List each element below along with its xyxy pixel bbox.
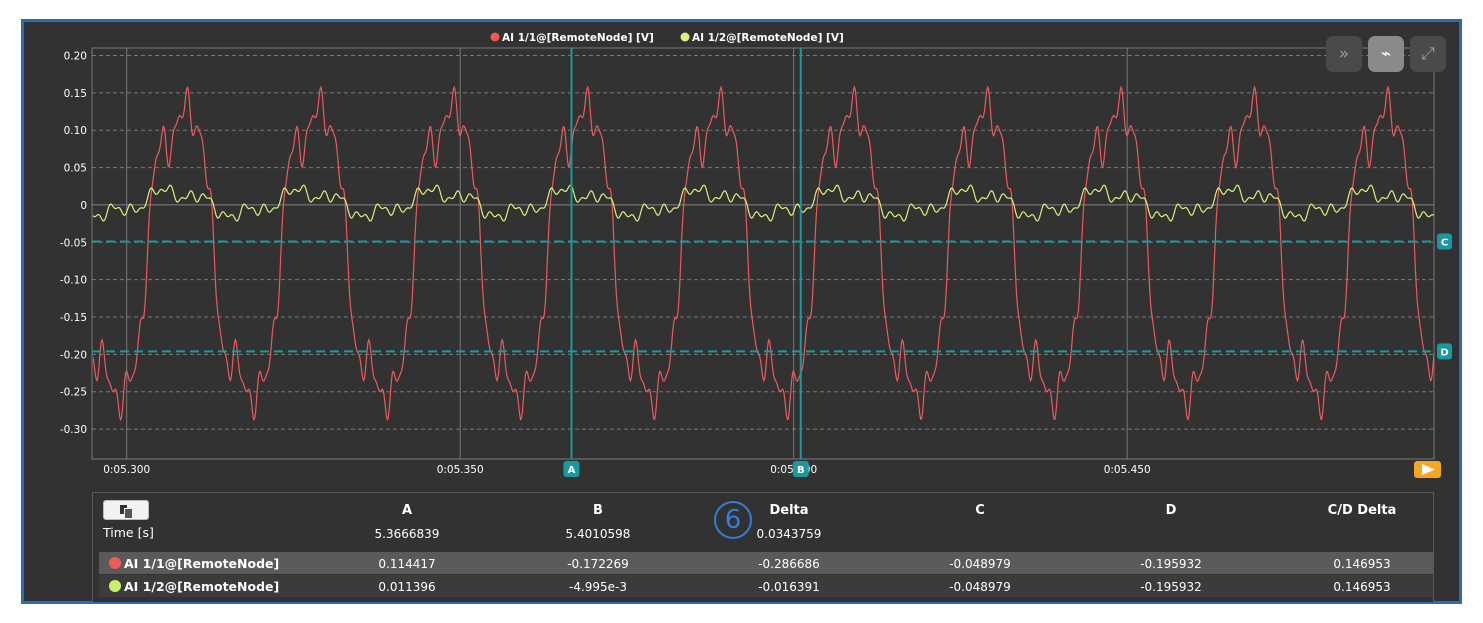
- fast-forward-icon[interactable]: »: [1326, 36, 1362, 72]
- value-c: -0.048979: [949, 557, 1011, 571]
- legend-dot: [680, 32, 690, 42]
- y-tick-label: 0.05: [64, 163, 87, 175]
- legend-entry: AI 1/1@[RemoteNode] [V]: [502, 32, 654, 44]
- header-c: C: [975, 503, 985, 518]
- legend-entry: AI 1/2@[RemoteNode] [V]: [692, 32, 844, 44]
- header-b: B: [593, 503, 603, 518]
- y-tick-label: -0.15: [60, 312, 87, 324]
- series-label: AI 1/2@[RemoteNode]: [109, 579, 279, 594]
- series-ai-1-2-line: [93, 184, 1434, 222]
- value-delta: -0.016391: [758, 580, 820, 594]
- series-label: AI 1/1@[RemoteNode]: [109, 556, 279, 571]
- y-tick-label: -0.05: [60, 237, 87, 249]
- series-name: AI 1/2@[RemoteNode]: [124, 579, 280, 594]
- cursor-label: B: [797, 465, 805, 476]
- expand-icon[interactable]: ⤢: [1410, 36, 1446, 72]
- header-d: D: [1165, 503, 1177, 518]
- value-d: -0.195932: [1140, 557, 1202, 571]
- table-row[interactable]: AI 1/1@[RemoteNode] 0.114417 -0.172269 -…: [99, 552, 1433, 574]
- time-a: 5.3666839: [374, 527, 440, 541]
- waveform-chart[interactable]: 0.20 0.15 0.10 0.05 0 -0.05 -0.10 -0.15 -0.20 -0.…: [24, 22, 1459, 487]
- cursor-label: C: [1441, 238, 1448, 249]
- plot-area: [91, 47, 1435, 460]
- cursor-label: D: [1440, 347, 1448, 358]
- y-tick-label: 0: [80, 200, 87, 212]
- copy-values-button[interactable]: [103, 500, 149, 520]
- x-tick-label: 0:05.350: [437, 464, 484, 476]
- expand-glyph: ⤢: [1421, 44, 1435, 64]
- chart-legend: AI 1/1@[RemoteNode] [V] AI 1/2@[RemoteNod…: [490, 32, 844, 44]
- header-delta: Delta: [769, 503, 809, 518]
- table-row[interactable]: AI 1/2@[RemoteNode] 0.011396 -4.995e-3 -…: [99, 575, 1433, 597]
- value-a: 0.011396: [378, 580, 436, 594]
- value-cd-delta: 0.146953: [1333, 557, 1391, 571]
- value-b: -0.172269: [567, 557, 629, 571]
- step-number-badge: 6: [714, 501, 752, 539]
- y-tick-label: 0.10: [64, 125, 87, 137]
- cursor-label: A: [568, 465, 576, 476]
- cursor-tool-glyph: ⌁: [1380, 44, 1392, 64]
- chart-panel: 0.20 0.15 0.10 0.05 0 -0.05 -0.10 -0.15 -0.20 -0.…: [21, 19, 1462, 604]
- series-name: AI 1/1@[RemoteNode]: [124, 556, 280, 571]
- y-tick-label: -0.20: [60, 349, 87, 361]
- value-b: -4.995e-3: [568, 580, 628, 594]
- header-a: A: [401, 503, 413, 518]
- step-number: 6: [724, 505, 742, 535]
- x-tick-label: 0:05.450: [1104, 464, 1151, 476]
- cursor-measurement-table: A B Delta C D C/D Delta 6 Time [s] 5.366…: [92, 492, 1434, 602]
- legend-dot: [490, 32, 500, 42]
- time-row-label: Time [s]: [103, 525, 154, 540]
- y-tick-label: 0.15: [64, 88, 87, 100]
- x-tick-label: 0:05.300: [103, 464, 150, 476]
- y-tick-label: -0.25: [60, 387, 87, 399]
- y-tick-label: -0.30: [60, 424, 87, 436]
- time-delta: 0.0343759: [756, 527, 822, 541]
- series-color-dot: [109, 557, 121, 569]
- value-cd-delta: 0.146953: [1333, 580, 1391, 594]
- value-a: 0.114417: [378, 557, 436, 571]
- y-tick-label: -0.10: [60, 275, 87, 287]
- cursor-tool-icon[interactable]: ⌁: [1368, 36, 1404, 72]
- series-color-dot: [109, 580, 121, 592]
- value-d: -0.195932: [1140, 580, 1202, 594]
- fast-forward-glyph: »: [1338, 44, 1350, 64]
- y-tick-label: 0.20: [64, 50, 87, 62]
- play-button[interactable]: [1414, 461, 1441, 478]
- value-delta: -0.286686: [758, 557, 820, 571]
- header-cd-delta: C/D Delta: [1327, 503, 1397, 518]
- time-b: 5.4010598: [565, 527, 631, 541]
- series-ai-1-1-line: [93, 85, 1434, 422]
- copy-icon-page: [124, 508, 133, 519]
- value-c: -0.048979: [949, 580, 1011, 594]
